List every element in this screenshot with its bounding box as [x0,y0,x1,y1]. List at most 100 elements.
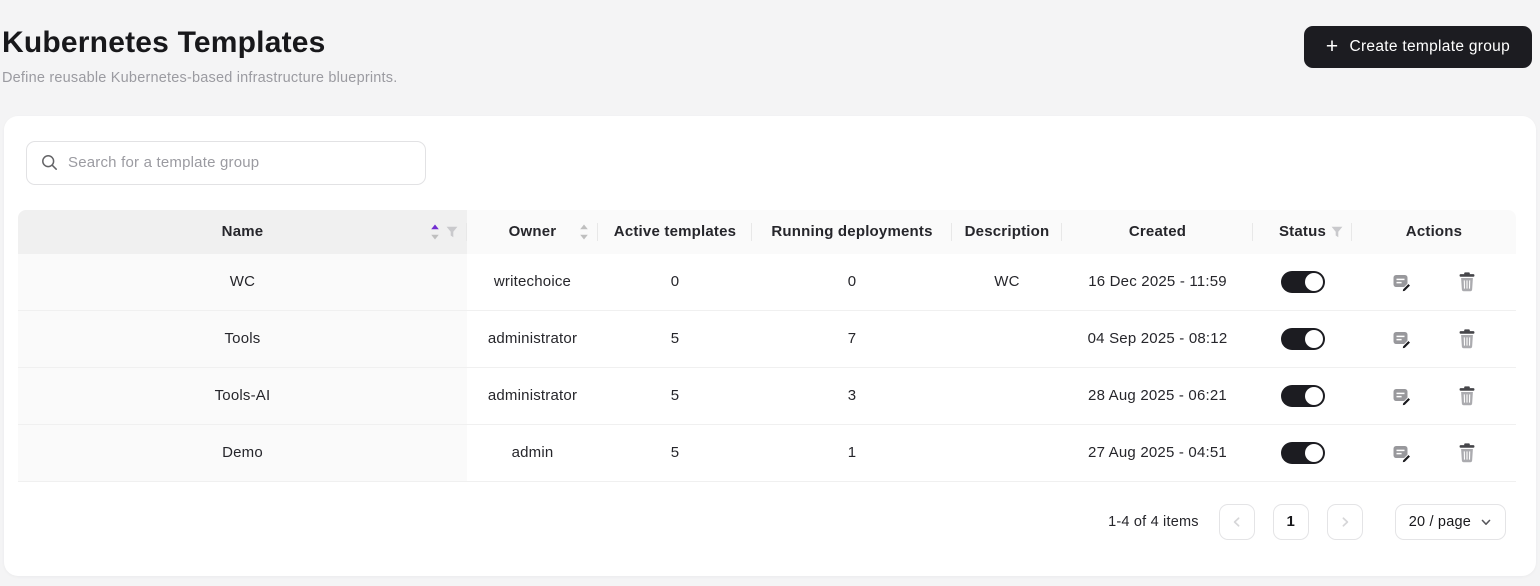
column-label: Description [965,223,1050,240]
column-label: Status [1279,223,1326,240]
sort-carets-icon[interactable] [430,222,440,242]
cell-active-templates: 5 [598,368,752,424]
column-header-status[interactable]: Status [1253,210,1352,254]
edit-icon [1392,272,1412,292]
page-size-select[interactable]: 20 / page [1395,504,1506,540]
cell-description: WC [952,254,1062,310]
page-subtitle: Define reusable Kubernetes-based infrast… [2,70,397,86]
search-icon [41,154,58,171]
trash-icon [1458,272,1476,292]
page-heading-block: Kubernetes Templates Define reusable Kub… [2,26,397,86]
cell-name: Tools [18,311,467,367]
pagination-page-1-button[interactable]: 1 [1273,504,1309,540]
table-row: Demo admin 5 1 27 Aug 2025 - 04:51 [18,425,1516,482]
cell-owner: administrator [467,368,598,424]
delete-button[interactable] [1458,443,1476,463]
pagination-summary: 1-4 of 4 items [1108,514,1199,530]
table-row: Tools-AI administrator 5 3 28 Aug 2025 -… [18,368,1516,425]
search-input[interactable] [68,154,411,171]
column-header-description: Description [952,210,1062,254]
column-header-active-templates: Active templates [598,210,752,254]
page-title: Kubernetes Templates [2,26,397,61]
column-label: Created [1129,223,1186,240]
status-toggle[interactable] [1281,442,1325,464]
table-row: WC writechoice 0 0 WC 16 Dec 2025 - 11:5… [18,254,1516,311]
column-label: Name [222,223,264,240]
cell-running-deployments: 1 [752,425,952,481]
chevron-down-icon [1480,516,1492,528]
cell-owner: admin [467,425,598,481]
sort-carets-icon[interactable] [579,222,589,242]
pagination-prev-button[interactable] [1219,504,1255,540]
table-header-row: Name Owner [18,210,1516,254]
plus-icon: + [1326,36,1339,57]
trash-icon [1458,443,1476,463]
status-toggle[interactable] [1281,271,1325,293]
cell-running-deployments: 0 [752,254,952,310]
status-header-icons [1331,226,1343,238]
cell-actions [1352,311,1516,367]
cell-owner: administrator [467,311,598,367]
filter-icon[interactable] [1331,226,1343,238]
cell-status [1253,311,1352,367]
edit-button[interactable] [1392,272,1412,292]
cell-status [1253,368,1352,424]
status-toggle[interactable] [1281,328,1325,350]
edit-button[interactable] [1392,443,1412,463]
kubernetes-templates-page: Kubernetes Templates Define reusable Kub… [0,0,1540,586]
cell-running-deployments: 3 [752,368,952,424]
cell-created: 04 Sep 2025 - 08:12 [1062,311,1253,367]
page-header: Kubernetes Templates Define reusable Kub… [0,0,1540,86]
cell-active-templates: 5 [598,425,752,481]
cell-name: Tools-AI [18,368,467,424]
delete-button[interactable] [1458,386,1476,406]
cell-active-templates: 5 [598,311,752,367]
cell-description [952,425,1062,481]
table-row: Tools administrator 5 7 04 Sep 2025 - 08… [18,311,1516,368]
trash-icon [1458,329,1476,349]
cell-name: Demo [18,425,467,481]
search-row [4,116,1536,210]
cell-created: 28 Aug 2025 - 06:21 [1062,368,1253,424]
column-header-owner[interactable]: Owner [467,210,598,254]
chevron-left-icon [1230,515,1244,529]
edit-icon [1392,329,1412,349]
pagination: 1-4 of 4 items 1 20 / page [4,482,1536,540]
filter-icon[interactable] [446,226,458,238]
column-header-actions: Actions [1352,210,1516,254]
owner-header-icons [579,222,589,242]
trash-icon [1458,386,1476,406]
page-size-value: 20 / page [1409,514,1471,530]
search-box[interactable] [26,141,426,185]
template-groups-table: Name Owner [18,210,1516,482]
column-label: Running deployments [771,223,932,240]
delete-button[interactable] [1458,272,1476,292]
cell-created: 27 Aug 2025 - 04:51 [1062,425,1253,481]
create-button-label: Create template group [1349,38,1510,56]
cell-actions [1352,368,1516,424]
cell-actions [1352,254,1516,310]
table-body: WC writechoice 0 0 WC 16 Dec 2025 - 11:5… [18,254,1516,482]
cell-actions [1352,425,1516,481]
column-header-name[interactable]: Name [18,210,467,254]
cell-status [1253,254,1352,310]
chevron-right-icon [1338,515,1352,529]
template-groups-card: Name Owner [4,116,1536,576]
cell-owner: writechoice [467,254,598,310]
column-header-created: Created [1062,210,1253,254]
edit-icon [1392,386,1412,406]
pagination-next-button[interactable] [1327,504,1363,540]
cell-created: 16 Dec 2025 - 11:59 [1062,254,1253,310]
edit-button[interactable] [1392,386,1412,406]
cell-status [1253,425,1352,481]
create-template-group-button[interactable]: + Create template group [1304,26,1532,68]
cell-running-deployments: 7 [752,311,952,367]
delete-button[interactable] [1458,329,1476,349]
edit-button[interactable] [1392,329,1412,349]
column-label: Active templates [614,223,736,240]
column-header-running-deployments: Running deployments [752,210,952,254]
status-toggle[interactable] [1281,385,1325,407]
column-label: Actions [1406,223,1462,240]
column-label: Owner [509,223,557,240]
edit-icon [1392,443,1412,463]
